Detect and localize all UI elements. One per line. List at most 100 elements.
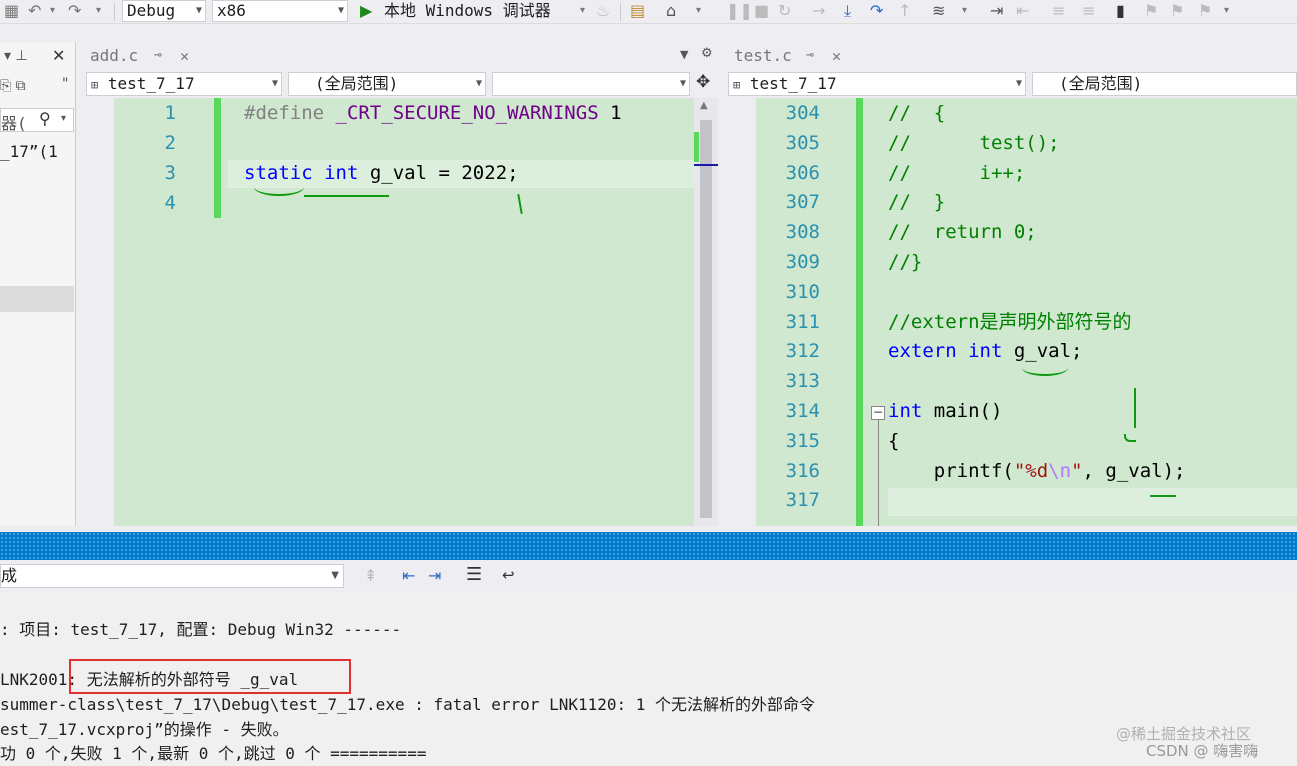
pause-icon[interactable]: ❚❚: [726, 1, 753, 21]
indent-icon[interactable]: ⇥: [990, 1, 1003, 21]
search-box-text: 器(: [1, 114, 27, 133]
config-select[interactable]: Debug ▼: [122, 0, 206, 22]
editor-margin: [726, 98, 756, 526]
code-line: // {: [888, 102, 946, 124]
tab-list-dropdown-icon[interactable]: ▼: [680, 48, 688, 61]
breakpoint-settings-icon[interactable]: ≋: [932, 1, 945, 21]
close-icon[interactable]: ✕: [180, 42, 189, 70]
scrollbar-thumb[interactable]: [700, 120, 712, 518]
redo-icon[interactable]: ↷: [68, 1, 81, 21]
code-line: // return 0;: [888, 221, 1037, 244]
run-dropdown-icon[interactable]: ▾: [580, 1, 585, 21]
collapse-icon[interactable]: −: [871, 406, 885, 420]
outline-line: [878, 420, 879, 526]
right-navigation-bar: ⊞ test_7_17 ▼ (全局范围): [726, 70, 1297, 98]
pin-icon[interactable]: ⊸: [154, 42, 162, 70]
right-code-editor[interactable]: − 304 // {305 // test(); 306 // i++; 307 // } 3…: [726, 98, 1297, 526]
project-select[interactable]: ⊞ test_7_17 ▼: [728, 72, 1026, 96]
line-number: 305: [785, 131, 820, 154]
gear-icon[interactable]: ⚙: [701, 46, 713, 61]
step-out-icon[interactable]: ↑: [898, 1, 911, 21]
scope-select[interactable]: (全局范围): [1032, 72, 1297, 96]
next-bookmark-icon[interactable]: ⚑: [1170, 1, 1184, 21]
output-toolbar: 成 ▼ ⇞ ⇤ ⇥ ☰ ↩: [0, 560, 1297, 592]
solution-item[interactable]: _17”(1: [0, 142, 58, 161]
output-source-value: 成: [1, 566, 18, 585]
step-into-icon[interactable]: ⤓: [844, 1, 851, 21]
line-number: 308: [785, 221, 820, 244]
line-number: 313: [785, 370, 820, 393]
scope-value: (全局范围): [1059, 74, 1143, 93]
project-value: test_7_17: [107, 74, 195, 93]
prev-message-icon[interactable]: ⇤: [402, 566, 415, 585]
tab-add-c[interactable]: add.c ⊸ ✕: [84, 42, 202, 70]
pin-icon[interactable]: ▾ ⊥: [4, 48, 28, 64]
clear-all-icon[interactable]: ☰: [466, 564, 482, 585]
config-value: Debug: [127, 1, 176, 20]
prev-bookmark-icon[interactable]: ⚑: [1144, 1, 1158, 21]
step-over-icon[interactable]: ↷: [870, 1, 883, 21]
member-select[interactable]: ▼: [492, 72, 690, 96]
platform-select[interactable]: x86 ▼: [212, 0, 348, 22]
tab-test-c[interactable]: test.c ⊸ ✕: [728, 42, 852, 70]
next-message-icon[interactable]: ⇥: [428, 566, 441, 585]
undo-icon[interactable]: ↶: [28, 1, 41, 21]
split-icon[interactable]: ✥: [696, 72, 710, 92]
comment-out-icon[interactable]: ≡: [1052, 1, 1065, 21]
scope-value: (全局范围): [315, 74, 399, 93]
hot-reload-icon[interactable]: ♨: [596, 1, 610, 21]
chevron-down-icon: ▼: [679, 78, 686, 89]
find-in-files-icon[interactable]: ▤: [630, 1, 645, 21]
annotation-mark: [517, 193, 523, 215]
line-number: 1: [164, 102, 176, 124]
left-editor-scrollbar[interactable]: ▲: [694, 98, 718, 526]
close-icon[interactable]: ✕: [52, 46, 65, 65]
line-number: 306: [785, 161, 820, 184]
breakpoint-dropdown-icon[interactable]: ▾: [962, 1, 967, 21]
solution-explorer-panel: ▾ ⊥ ✕ ⎘ ⧉ " 器( ⚲ ▾ _17”(1: [0, 42, 76, 526]
pin-icon[interactable]: ⊸: [806, 42, 814, 70]
watermark-text: CSDN @ 嗨害嗨: [1146, 742, 1259, 760]
annotation-underline: [254, 178, 304, 196]
code-line: #define _CRT_SECURE_NO_WARNINGS 1: [244, 102, 622, 124]
annotation-underline: [1150, 495, 1176, 497]
project-icon: ⊞: [733, 78, 741, 92]
scrollbar-caret-marker: [694, 164, 718, 166]
outdent-icon[interactable]: ⇤: [1016, 1, 1029, 21]
redo-dropdown-icon[interactable]: ▾: [96, 1, 101, 21]
error-highlight-box: [69, 659, 351, 694]
bookmark-icon[interactable]: ▮: [1116, 1, 1125, 21]
clear-bookmarks-icon[interactable]: ⚑: [1198, 1, 1212, 21]
toolbar-overflow-icon[interactable]: ▾: [1224, 1, 1229, 21]
uncomment-icon[interactable]: ≡: [1082, 1, 1095, 21]
scroll-up-icon[interactable]: ▲: [700, 100, 708, 111]
selected-item-highlight: [0, 286, 74, 312]
chevron-down-icon: ▼: [1015, 78, 1022, 89]
output-panel-title-bar[interactable]: [0, 532, 1297, 560]
left-code-editor[interactable]: 1 2 3 4 #define _CRT_SECURE_NO_WARNINGS …: [84, 98, 694, 526]
run-debugger-button[interactable]: 本地 Windows 调试器: [384, 0, 551, 22]
show-next-statement-icon[interactable]: →: [812, 1, 825, 21]
undo-dropdown-icon[interactable]: ▾: [50, 1, 55, 21]
home-icon[interactable]: ⌂: [666, 1, 676, 21]
scope-select[interactable]: (全局范围) ▼: [288, 72, 486, 96]
annotation-underline: [1022, 360, 1068, 376]
explorer-toolbar-icon[interactable]: ⎘ ⧉: [0, 78, 26, 94]
play-icon[interactable]: ▶: [360, 1, 372, 21]
save-icon[interactable]: ▦: [4, 1, 19, 21]
left-navigation-bar: ⊞ test_7_17 ▼ (全局范围) ▼ ▼ ✥: [84, 70, 718, 98]
stop-icon[interactable]: ■: [754, 1, 769, 21]
output-line: : 项目: test_7_17, 配置: Debug Win32 ------: [0, 620, 402, 639]
line-number: 315: [785, 429, 820, 452]
more-dropdown-icon[interactable]: ▾: [696, 1, 701, 21]
code-line: // }: [888, 191, 946, 214]
word-wrap-icon[interactable]: ↩: [502, 566, 515, 584]
restart-icon[interactable]: ↻: [778, 1, 791, 21]
search-icon: ⚲: [39, 109, 51, 128]
output-source-select[interactable]: 成 ▼: [0, 564, 344, 588]
close-icon[interactable]: ✕: [832, 42, 841, 70]
find-message-icon[interactable]: ⇞: [364, 566, 377, 585]
project-select[interactable]: ⊞ test_7_17 ▼: [86, 72, 282, 96]
explorer-search-box[interactable]: 器( ⚲ ▾: [0, 108, 74, 133]
output-line: 功 0 个,失败 1 个,最新 0 个,跳过 0 个 ==========: [0, 744, 427, 763]
